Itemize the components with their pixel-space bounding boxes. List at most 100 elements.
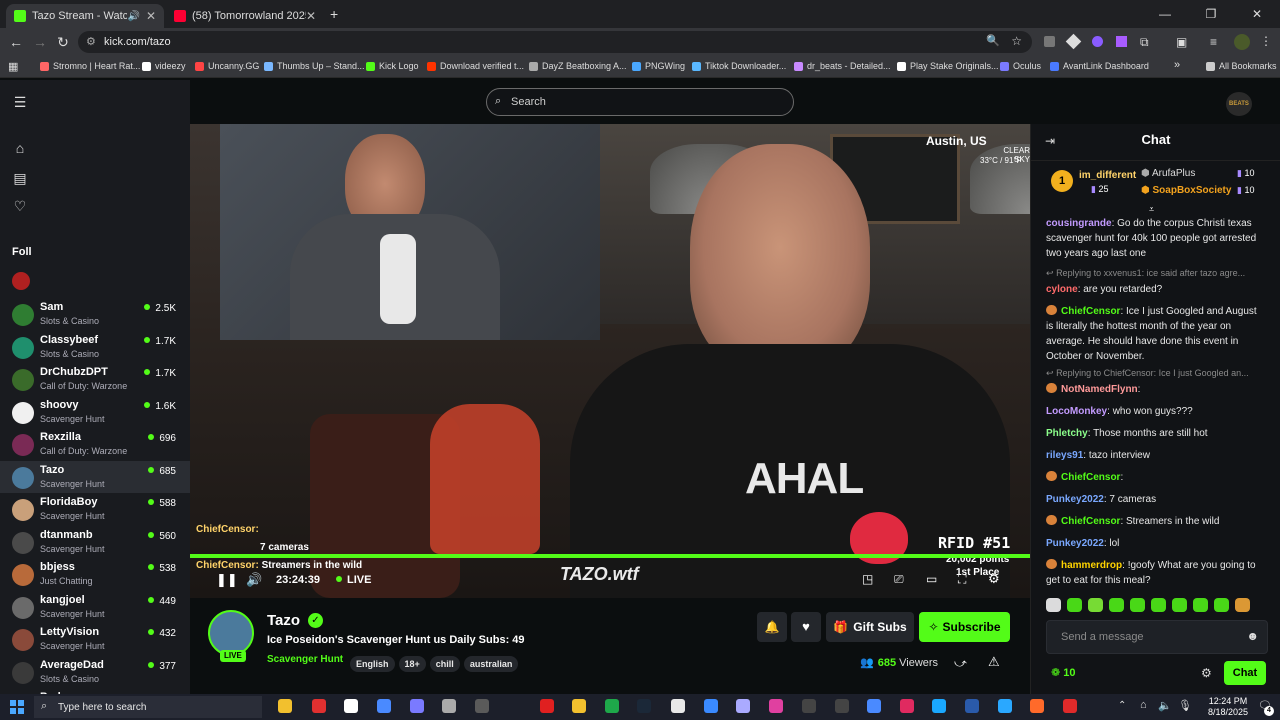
chat-username[interactable]: ChiefCensor (1061, 472, 1120, 483)
reload-icon[interactable]: ↻ (55, 34, 71, 50)
theatre-mode-icon[interactable]: ▭ (926, 572, 937, 586)
share-icon[interactable]: ⤻ (954, 656, 967, 671)
sidebar-channel-item[interactable]: bbjess Just Chatting 538 (0, 558, 190, 590)
bookmark-item[interactable]: Play Stake Originals... (897, 61, 999, 71)
sidebar-channel-item[interactable]: dtanmanb Scavenger Hunt 560 (0, 526, 190, 558)
reading-list-icon[interactable]: ≡ (1210, 35, 1217, 49)
bookmark-item[interactable]: DayZ Beatboxing A... (529, 61, 627, 71)
chat-username[interactable]: ChiefCensor (1061, 516, 1120, 527)
site-info-icon[interactable]: ⚙ (86, 35, 96, 48)
home-icon[interactable]: ⌂ (12, 140, 28, 156)
app-icon[interactable] (442, 699, 456, 713)
forward-icon[interactable]: → (32, 34, 48, 50)
subscribe-button[interactable]: ✧ Subscribe (919, 612, 1010, 642)
emote-icon[interactable] (1214, 598, 1229, 612)
bookmark-item[interactable]: Uncanny.GG (195, 61, 259, 71)
follow-heart-icon[interactable]: ♥ (791, 612, 821, 642)
bookmark-item[interactable]: Tiktok Downloader... (692, 61, 786, 71)
app-icon[interactable] (1063, 699, 1077, 713)
video-player[interactable]: AHAL Austin, US CLEAR SKY 33°C / 91°F Ch… (190, 124, 1030, 598)
zoom-icon[interactable]: 🔍 (986, 34, 1000, 47)
microphone-tray-icon[interactable]: 🎙 (1178, 699, 1192, 712)
emote-icon[interactable] (1130, 598, 1145, 612)
chat-username[interactable]: rileys91 (1046, 450, 1083, 461)
telegram-icon[interactable] (998, 699, 1012, 713)
windows-start-icon[interactable] (10, 700, 24, 714)
close-tab-icon[interactable]: ✕ (306, 9, 316, 23)
category-link[interactable]: Scavenger Hunt (267, 654, 343, 665)
bookmark-item[interactable]: Kick Logo (366, 61, 419, 71)
emote-icon[interactable] (1046, 598, 1061, 612)
chat-username[interactable]: LocoMonkey (1046, 406, 1107, 417)
bookmark-item[interactable]: dr_beats - Detailed... (794, 61, 891, 71)
following-heart-icon[interactable]: ♡ (12, 198, 28, 214)
more-bookmarks-icon[interactable]: » (1174, 59, 1180, 71)
chat-username[interactable]: cousingrande (1046, 218, 1112, 229)
report-warning-icon[interactable]: ⚠ (988, 654, 1000, 670)
extension-icon[interactable] (1044, 36, 1055, 47)
netflix-icon[interactable] (540, 699, 554, 713)
emote-icon[interactable] (1151, 598, 1166, 612)
instagram-icon[interactable] (769, 699, 783, 713)
volume-tray-icon[interactable]: 🔈 (1158, 699, 1172, 712)
chrome-icon[interactable] (671, 699, 685, 713)
sidebar-channel-item[interactable]: Sam Slots & Casino 2.5K (0, 298, 190, 330)
restore-icon[interactable]: ❐ (1188, 0, 1234, 28)
app-icon[interactable] (312, 699, 326, 713)
bookmark-star-icon[interactable]: ☆ (1011, 34, 1022, 48)
clip-icon[interactable]: ⎚ (894, 572, 904, 587)
tag[interactable]: English (350, 656, 395, 672)
tab-youtube[interactable]: (58) Tomorrowland 2025 - Best ✕ (166, 4, 324, 28)
sidebar-channel-item[interactable]: Rexzilla Call of Duty: Warzone 696 (0, 428, 190, 460)
app-icon[interactable] (900, 699, 914, 713)
channel-avatar[interactable] (12, 272, 30, 290)
pause-icon[interactable]: ❚❚ (216, 572, 238, 588)
bookmark-item[interactable]: PNGWing (632, 61, 685, 71)
chat-settings-gear-icon[interactable]: ⚙ (1201, 666, 1212, 680)
sidebar-channel-item[interactable]: shoovy Scavenger Hunt 1.6K (0, 396, 190, 428)
gift-subs-button[interactable]: 🎁 Gift Subs (826, 612, 914, 642)
leaderboard-entry[interactable]: ⬢ SoapBoxSociety (1141, 185, 1231, 196)
chat-input[interactable]: Send a message ☻ (1046, 620, 1268, 654)
leaderboard-name[interactable]: im_different (1079, 170, 1136, 181)
extensions-puzzle-icon[interactable]: ⧉ (1140, 35, 1149, 50)
taskbar-date[interactable]: 8/18/2025 (1204, 707, 1252, 717)
progress-track[interactable] (190, 554, 1030, 558)
extension-icon[interactable] (1065, 33, 1082, 50)
chat-username[interactable]: ChiefCensor (1061, 306, 1120, 317)
omnibox[interactable]: ⚙ kick.com/tazo 🔍 ☆ (78, 31, 1032, 53)
emote-icon[interactable] (1172, 598, 1187, 612)
apps-grid-icon[interactable]: ▦ (8, 60, 18, 73)
bookmark-item[interactable]: Download verified t... (427, 61, 524, 71)
sidebar-channel-item[interactable]: FloridaBoy Scavenger Hunt 588 (0, 493, 190, 525)
new-tab-button[interactable]: + (330, 6, 338, 22)
tag[interactable]: 18+ (398, 656, 426, 672)
notification-bell-icon[interactable]: 🔔 (757, 612, 787, 642)
chat-username[interactable]: Punkey2022 (1046, 538, 1104, 549)
minimize-icon[interactable]: — (1142, 0, 1188, 28)
bookmark-item[interactable]: videezy (142, 61, 186, 71)
taskbar-time[interactable]: 12:24 PM (1204, 696, 1252, 706)
fullscreen-icon[interactable]: ⛶ (958, 572, 966, 587)
profile-avatar[interactable] (1234, 34, 1250, 50)
app-icon[interactable] (572, 699, 586, 713)
chat-username[interactable]: Punkey2022 (1046, 494, 1104, 505)
network-icon[interactable]: ⌂ (1140, 699, 1147, 711)
tiktok-icon[interactable] (344, 699, 358, 713)
taskbar-search-input[interactable]: ⌕ Type here to search (34, 696, 262, 718)
back-icon[interactable]: ← (8, 34, 24, 50)
bookmark-item[interactable]: Thumbs Up – Stand... (264, 61, 365, 71)
tag[interactable]: chill (429, 656, 460, 672)
hamburger-menu-icon[interactable]: ☰ (12, 94, 28, 110)
chat-username[interactable]: cylone (1046, 284, 1078, 295)
all-bookmarks-button[interactable]: All Bookmarks (1206, 61, 1277, 71)
steam-icon[interactable] (637, 699, 651, 713)
streamer-name[interactable]: Tazo (267, 612, 300, 629)
app-icon[interactable] (867, 699, 881, 713)
sidebar-channel-item[interactable]: DrChubzDPT Call of Duty: Warzone 1.7K (0, 363, 190, 395)
app-icon[interactable] (475, 699, 489, 713)
browse-icon[interactable]: ▤ (12, 170, 28, 186)
discord-icon[interactable] (410, 699, 424, 713)
expand-leaderboard-icon[interactable]: ⩡ (1149, 204, 1154, 215)
emote-icon[interactable] (1067, 598, 1082, 612)
